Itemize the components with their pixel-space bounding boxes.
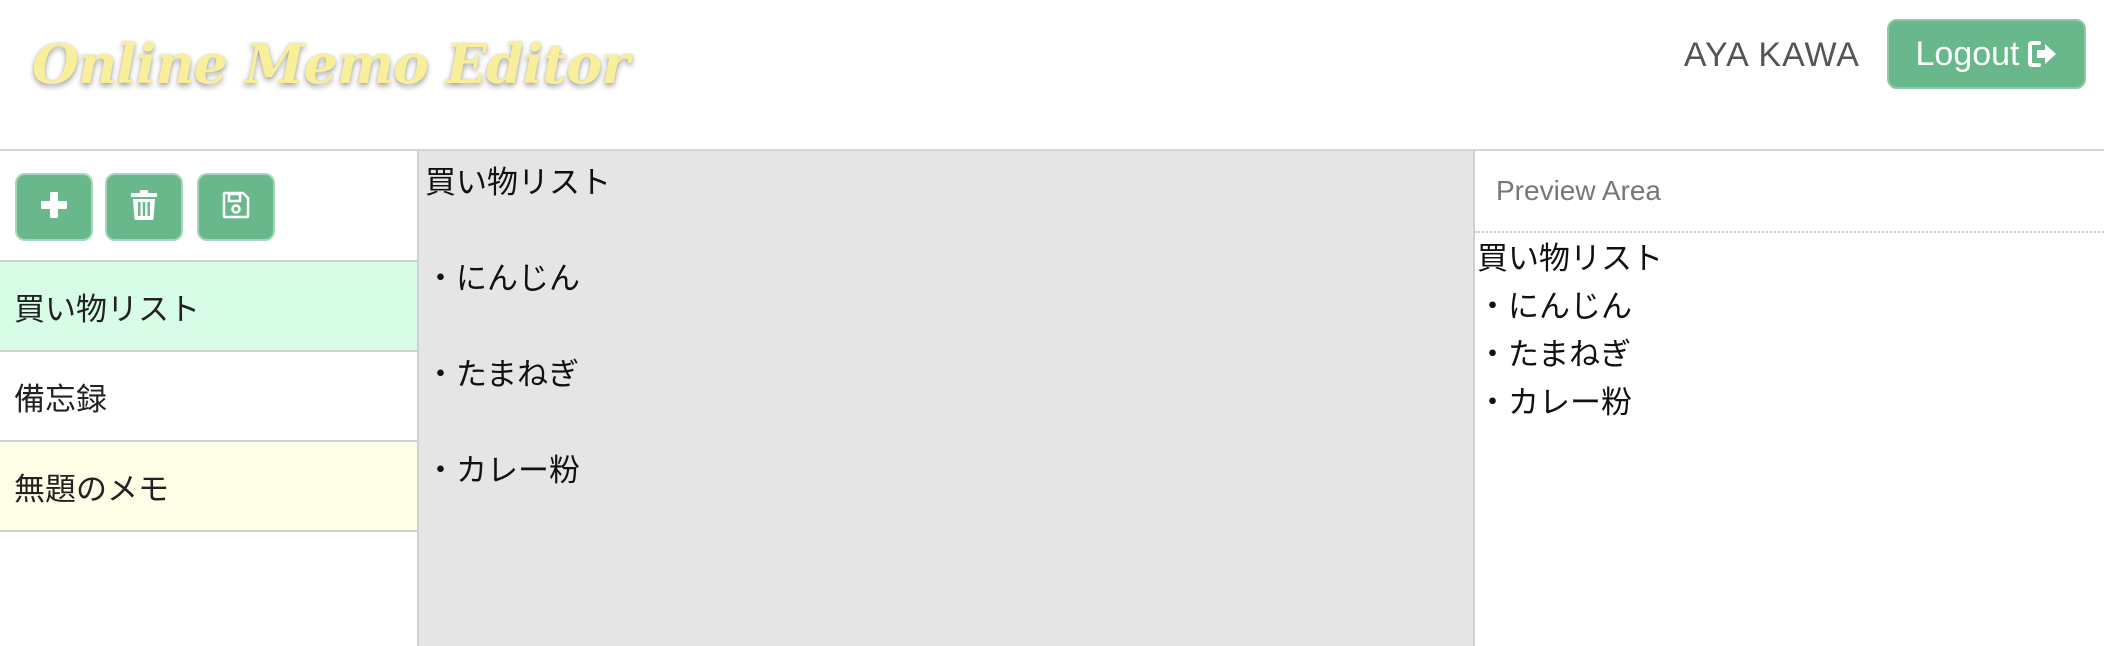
preview-line: ・にんじん	[1477, 289, 1632, 325]
user-name: AYA KAWA	[1683, 36, 1860, 74]
trash-icon	[130, 189, 158, 225]
memo-list-item[interactable]: 買い物リスト	[0, 262, 417, 352]
preview-pane: Preview Area 買い物リスト ・にんじん ・たまねぎ ・カレー粉	[1475, 151, 2104, 646]
sign-out-icon	[2027, 40, 2058, 68]
delete-memo-button[interactable]	[105, 173, 183, 241]
preview-line: ・たまねぎ	[1477, 337, 1632, 373]
preview-title: Preview Area	[1475, 151, 2104, 233]
editor-line: 買い物リスト	[425, 165, 611, 201]
save-memo-button[interactable]	[197, 173, 275, 241]
floppy-disk-icon	[222, 191, 250, 223]
memo-list-item[interactable]: 無題のメモ	[0, 442, 417, 532]
memo-list: 買い物リスト 備忘録 無題のメモ	[0, 262, 417, 532]
add-memo-button[interactable]	[15, 173, 93, 241]
logout-label: Logout	[1915, 34, 2020, 73]
preview-line: 買い物リスト	[1477, 241, 1663, 277]
app-header: Online Memo Editor AYA KAWA Logout	[0, 0, 2104, 151]
plus-icon	[39, 190, 69, 224]
logout-button[interactable]: Logout	[1887, 19, 2086, 89]
memo-editor[interactable]: 買い物リスト ・にんじん ・たまねぎ ・カレー粉	[419, 151, 1475, 646]
memo-sidebar: 買い物リスト 備忘録 無題のメモ	[0, 151, 419, 646]
app-logo[interactable]: Online Memo Editor	[32, 32, 630, 96]
editor-line: ・たまねぎ	[425, 357, 580, 393]
preview-line: ・カレー粉	[1477, 385, 1632, 421]
memo-list-item[interactable]: 備忘録	[0, 352, 417, 442]
editor-line: ・にんじん	[425, 261, 580, 297]
editor-line: ・カレー粉	[425, 453, 580, 489]
preview-content: 買い物リスト ・にんじん ・たまねぎ ・カレー粉	[1475, 233, 2104, 427]
sidebar-toolbar	[0, 151, 417, 262]
